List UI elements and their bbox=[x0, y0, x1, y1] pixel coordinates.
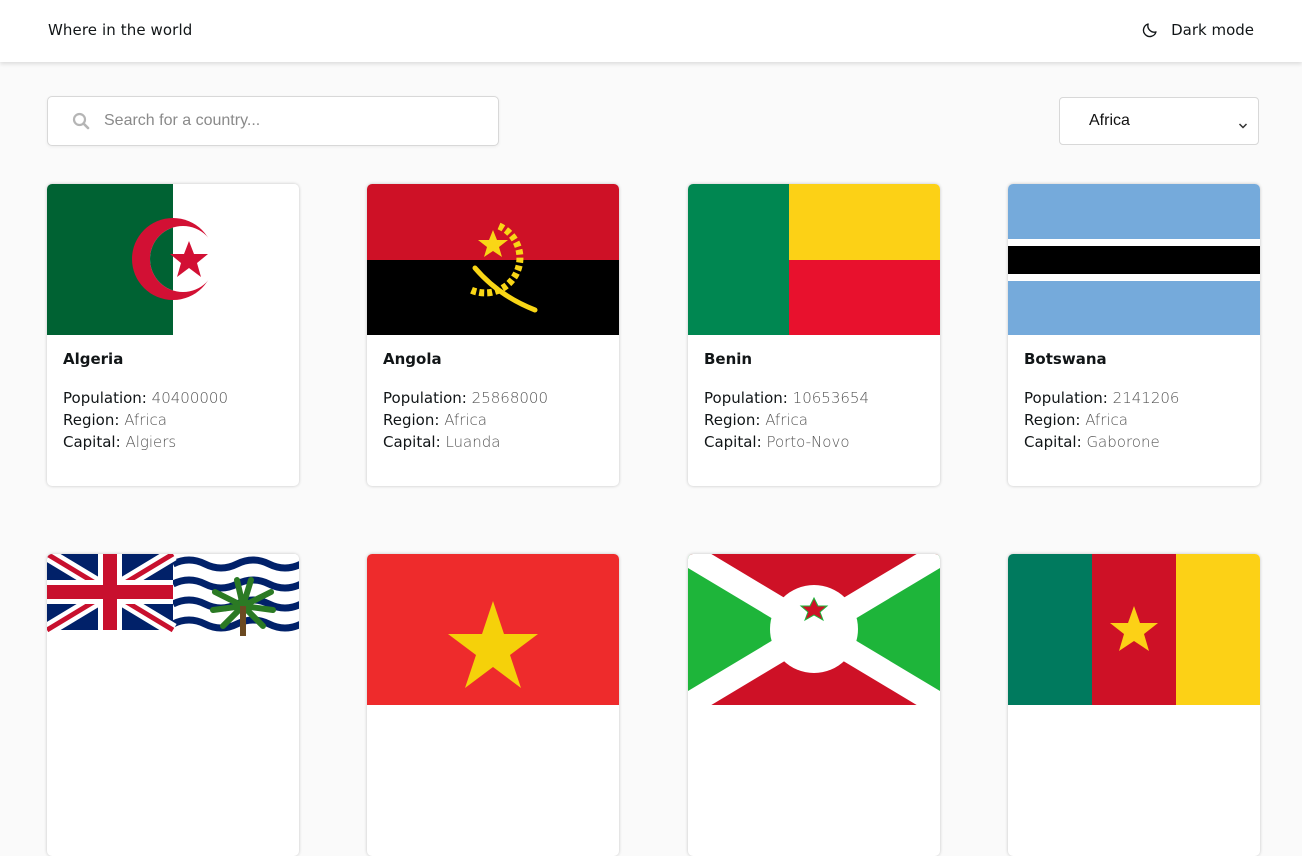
dark-mode-label: Dark mode bbox=[1171, 21, 1254, 39]
country-name: Angola bbox=[383, 350, 442, 368]
flag-image bbox=[1008, 184, 1260, 335]
population-label: Population: bbox=[1024, 389, 1108, 407]
region-filter-select[interactable]: Africa bbox=[1059, 97, 1259, 145]
country-card[interactable] bbox=[688, 554, 940, 856]
dark-mode-toggle[interactable]: Dark mode bbox=[1141, 18, 1254, 42]
capital-value: Gaborone bbox=[1086, 433, 1160, 451]
country-name: Botswana bbox=[1024, 350, 1107, 368]
population-label: Population: bbox=[383, 389, 467, 407]
capital-label: Capital: bbox=[1024, 433, 1082, 451]
country-card[interactable] bbox=[47, 554, 299, 856]
flag-image bbox=[688, 554, 940, 705]
region-value: Africa bbox=[1085, 411, 1128, 429]
region-label: Region: bbox=[1024, 411, 1081, 429]
region-label: Region: bbox=[63, 411, 120, 429]
region-value: Africa bbox=[765, 411, 808, 429]
population-value: 2141206 bbox=[1112, 389, 1180, 407]
capital-value: Porto-Novo bbox=[766, 433, 850, 451]
flag-image bbox=[367, 184, 619, 335]
population-value: 10653654 bbox=[792, 389, 870, 407]
search-box[interactable] bbox=[47, 96, 499, 146]
country-card[interactable]: Botswana Population: 2141206 Region: Afr… bbox=[1008, 184, 1260, 486]
flag-image bbox=[47, 184, 299, 335]
country-card[interactable] bbox=[367, 554, 619, 856]
top-header: Where in the world Dark mode bbox=[0, 0, 1302, 62]
region-value: Africa bbox=[444, 411, 487, 429]
country-info: Population: 40400000 Region: Africa Capi… bbox=[63, 387, 228, 453]
search-input[interactable] bbox=[104, 97, 484, 145]
flag-image bbox=[47, 554, 299, 705]
population-value: 25868000 bbox=[471, 389, 549, 407]
country-info: Population: 2141206 Region: Africa Capit… bbox=[1024, 387, 1179, 453]
flag-image bbox=[367, 554, 619, 705]
population-label: Population: bbox=[704, 389, 788, 407]
country-card[interactable]: Algeria Population: 40400000 Region: Afr… bbox=[47, 184, 299, 486]
country-name: Benin bbox=[704, 350, 753, 368]
flag-image bbox=[1008, 554, 1260, 705]
region-value: Africa bbox=[124, 411, 167, 429]
country-name: Algeria bbox=[63, 350, 124, 368]
app-title: Where in the world bbox=[48, 21, 193, 39]
country-card[interactable]: Angola Population: 25868000 Region: Afri… bbox=[367, 184, 619, 486]
region-label: Region: bbox=[704, 411, 761, 429]
flag-image bbox=[688, 184, 940, 335]
chevron-down-icon bbox=[1238, 117, 1248, 135]
capital-label: Capital: bbox=[704, 433, 762, 451]
capital-value: Algiers bbox=[125, 433, 177, 451]
moon-icon bbox=[1141, 21, 1159, 39]
region-filter-value: Africa bbox=[1089, 112, 1130, 129]
population-label: Population: bbox=[63, 389, 147, 407]
capital-label: Capital: bbox=[63, 433, 121, 451]
search-icon bbox=[72, 112, 90, 134]
country-card[interactable] bbox=[1008, 554, 1260, 856]
population-value: 40400000 bbox=[151, 389, 229, 407]
region-label: Region: bbox=[383, 411, 440, 429]
country-card[interactable]: Benin Population: 10653654 Region: Afric… bbox=[688, 184, 940, 486]
country-info: Population: 25868000 Region: Africa Capi… bbox=[383, 387, 548, 453]
country-info: Population: 10653654 Region: Africa Capi… bbox=[704, 387, 869, 453]
capital-value: Luanda bbox=[445, 433, 501, 451]
capital-label: Capital: bbox=[383, 433, 441, 451]
